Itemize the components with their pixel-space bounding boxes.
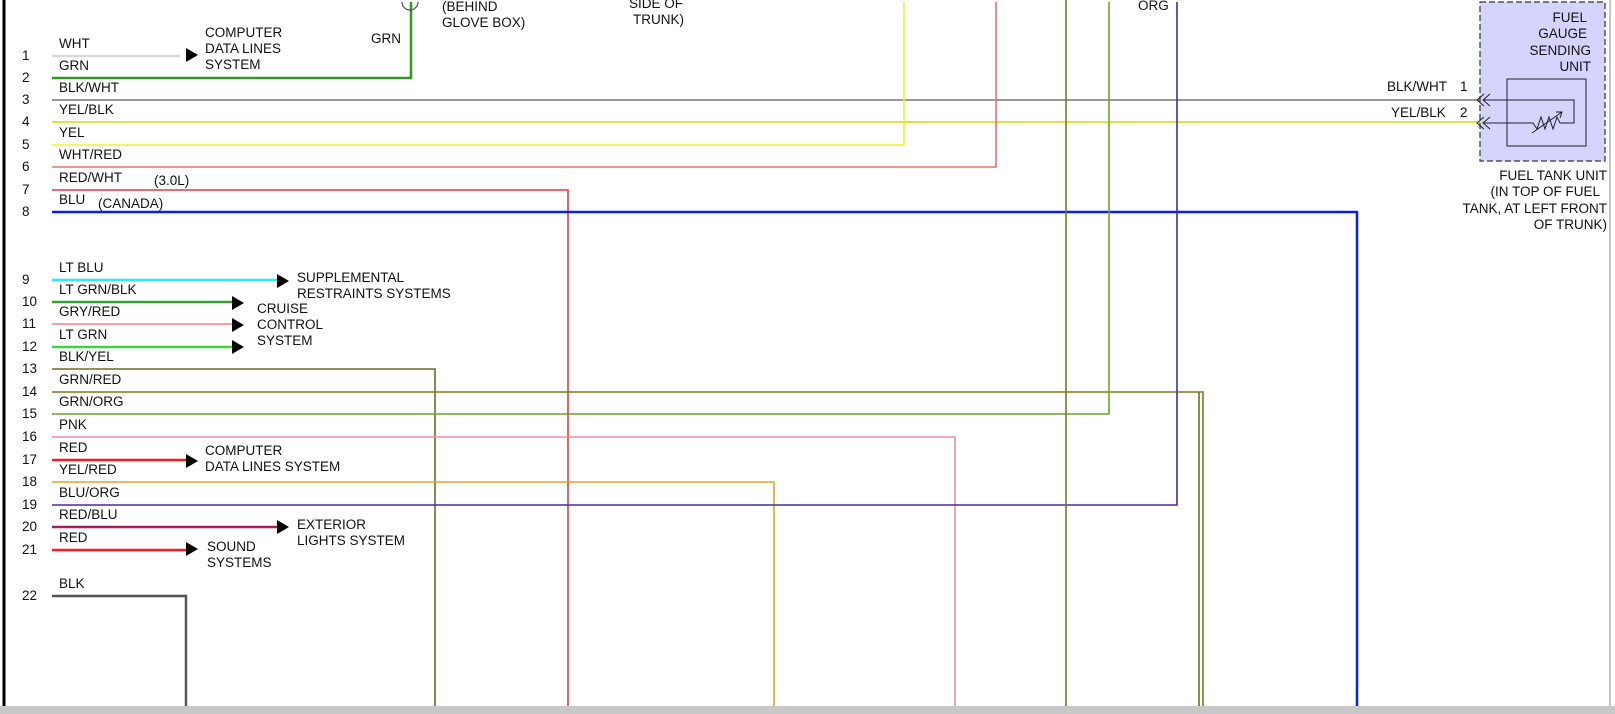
cruise-l1: CRUISE xyxy=(257,301,308,316)
pin-number-19: 19 xyxy=(22,497,37,512)
wire-label-pin-9: LT BLU xyxy=(59,260,104,275)
pin-number-18: 18 xyxy=(22,474,37,489)
pin-number-7: 7 xyxy=(22,182,30,197)
wire-label-pin-4: YEL/BLK xyxy=(59,102,114,117)
wire-label-pin-19: BLU/ORG xyxy=(59,485,120,500)
wire-pin-18 xyxy=(52,481,775,706)
behind-glove-box-line1: (BEHIND xyxy=(442,0,498,14)
pin-number-4: 4 xyxy=(22,114,30,129)
wire-label-pin-21: RED xyxy=(59,530,88,545)
pin-number-3: 3 xyxy=(22,92,30,107)
supplemental-l2: RESTRAINTS SYSTEMS xyxy=(297,286,451,301)
fuel-tank-label-l3: TANK, AT LEFT FRONT xyxy=(1462,201,1607,216)
wire-label-pin-3: BLK/WHT xyxy=(59,80,119,95)
wire-label-pin-20: RED/BLU xyxy=(59,507,118,522)
sender-title-l3: SENDING xyxy=(1529,43,1591,58)
pin-number-15: 15 xyxy=(22,406,37,421)
wire-label-pin-6: WHT/RED xyxy=(59,147,122,162)
wire-label-pin-18: YEL/RED xyxy=(59,462,117,477)
wire-label-pin-22: BLK xyxy=(59,576,85,591)
pin-number-10: 10 xyxy=(22,294,37,309)
wire-pin-7 xyxy=(52,189,569,706)
pin-number-21: 21 xyxy=(22,542,37,557)
terminal-2-wire: YEL/BLK xyxy=(1391,105,1446,120)
wire-label-pin-7: RED/WHT xyxy=(59,170,122,185)
cruise-l3: SYSTEM xyxy=(257,333,313,348)
terminal-1-num: 1 xyxy=(1460,79,1468,94)
terminal-1-wire: BLK/WHT xyxy=(1387,79,1447,94)
pin-number-11: 11 xyxy=(22,316,36,331)
arrow-icon-sound xyxy=(186,542,198,556)
wires xyxy=(52,0,1484,706)
behind-glove-box-line2: GLOVE BOX) xyxy=(442,15,525,30)
sender-title-l1: FUEL xyxy=(1552,10,1587,25)
window-bottom-edge xyxy=(0,706,1615,714)
arrow-icon-cruise-10 xyxy=(232,296,244,310)
computer-data-lines-top-l3: SYSTEM xyxy=(205,57,261,72)
wire-label-pin-11: GRY/RED xyxy=(59,304,121,319)
exterior-l1: EXTERIOR xyxy=(297,517,366,532)
pin-number-1: 1 xyxy=(22,48,30,63)
fuel-tank-label-l1: FUEL TANK UNIT xyxy=(1499,168,1607,183)
pin-rows: 1 WHT 2 GRN 3 BLK/WHT 4 YEL/BLK 5 YEL 6 WHT/RED 7 RED… xyxy=(22,36,137,603)
canada-note: (CANADA) xyxy=(98,196,163,211)
supplemental-l1: SUPPLEMENTAL xyxy=(297,270,405,285)
wire-label-pin-8: BLU xyxy=(59,192,85,207)
computer-data-lines-top-l1: COMPUTER xyxy=(205,25,283,40)
wire-label-pin-13: BLK/YEL xyxy=(59,349,114,364)
pin-number-12: 12 xyxy=(22,339,37,354)
side-of-trunk-line1: SIDE OF xyxy=(629,0,683,11)
sender-title-l4: UNIT xyxy=(1560,59,1592,74)
pin-number-22: 22 xyxy=(22,588,37,603)
fuel-tank-label-l4: OF TRUNK) xyxy=(1534,217,1607,232)
pin-number-14: 14 xyxy=(22,384,38,399)
side-of-trunk-line2: TRUNK) xyxy=(633,12,684,27)
wire-pin-22 xyxy=(52,594,188,706)
destination-labels: COMPUTER DATA LINES SYSTEM SUPPLEMENTAL … xyxy=(205,25,451,570)
pin-number-20: 20 xyxy=(22,519,37,534)
cruise-l2: CONTROL xyxy=(257,317,323,332)
pin-number-9: 9 xyxy=(22,272,30,287)
arrow-icon-computer-bottom xyxy=(186,454,198,468)
computer-data-lines-top-l2: DATA LINES xyxy=(205,41,281,56)
wire-label-pin-1: WHT xyxy=(59,36,90,51)
wire-label-pin-14: GRN/RED xyxy=(59,372,122,387)
arrow-icon-cruise-11 xyxy=(232,318,244,332)
org-label: ORG xyxy=(1138,0,1169,13)
pin-number-16: 16 xyxy=(22,429,37,444)
pin-number-5: 5 xyxy=(22,137,30,152)
wire-label-pin-12: LT GRN xyxy=(59,327,107,342)
fuel-tank-unit: FUEL GAUGE SENDING UNIT BLK/WHT 1 YEL/BL… xyxy=(1387,1,1607,232)
arrow-icon-supplemental xyxy=(277,274,289,288)
wiring-diagram: (BEHIND GLOVE BOX) SIDE OF TRUNK) ORG GR… xyxy=(2,0,1611,706)
wire-label-pin-5: YEL xyxy=(59,125,85,140)
terminal-2-num: 2 xyxy=(1460,105,1468,120)
arrow-icon-cruise-12 xyxy=(232,340,244,354)
sender-title-l2: GAUGE xyxy=(1538,26,1587,41)
sound-l2: SYSTEMS xyxy=(207,555,272,570)
grn-top-label: GRN xyxy=(371,31,401,46)
wire-label-pin-15: GRN/ORG xyxy=(59,394,124,409)
pin-number-17: 17 xyxy=(22,452,37,467)
pin-number-13: 13 xyxy=(22,361,37,376)
pin-number-2: 2 xyxy=(22,70,30,85)
wire-label-pin-2: GRN xyxy=(59,58,89,73)
pin-number-6: 6 xyxy=(22,159,30,174)
sound-l1: SOUND xyxy=(207,539,256,554)
computer-data-lines-bottom-l2: DATA LINES SYSTEM xyxy=(205,459,340,474)
wire-label-pin-16: PNK xyxy=(59,417,87,432)
top-labels: (BEHIND GLOVE BOX) SIDE OF TRUNK) ORG GR… xyxy=(371,0,1169,46)
pin-number-8: 8 xyxy=(22,204,30,219)
engine-note: (3.0L) xyxy=(154,173,189,188)
exterior-l2: LIGHTS SYSTEM xyxy=(297,533,405,548)
wire-label-pin-17: RED xyxy=(59,440,88,455)
arrow-icon-computer-top xyxy=(186,48,198,62)
wire-pin-16 xyxy=(52,436,956,706)
fuel-tank-label-l2: (IN TOP OF FUEL xyxy=(1490,184,1600,199)
arrow-icon-exterior xyxy=(277,520,289,534)
computer-data-lines-bottom-l1: COMPUTER xyxy=(205,443,283,458)
wire-label-pin-10: LT GRN/BLK xyxy=(59,282,137,297)
